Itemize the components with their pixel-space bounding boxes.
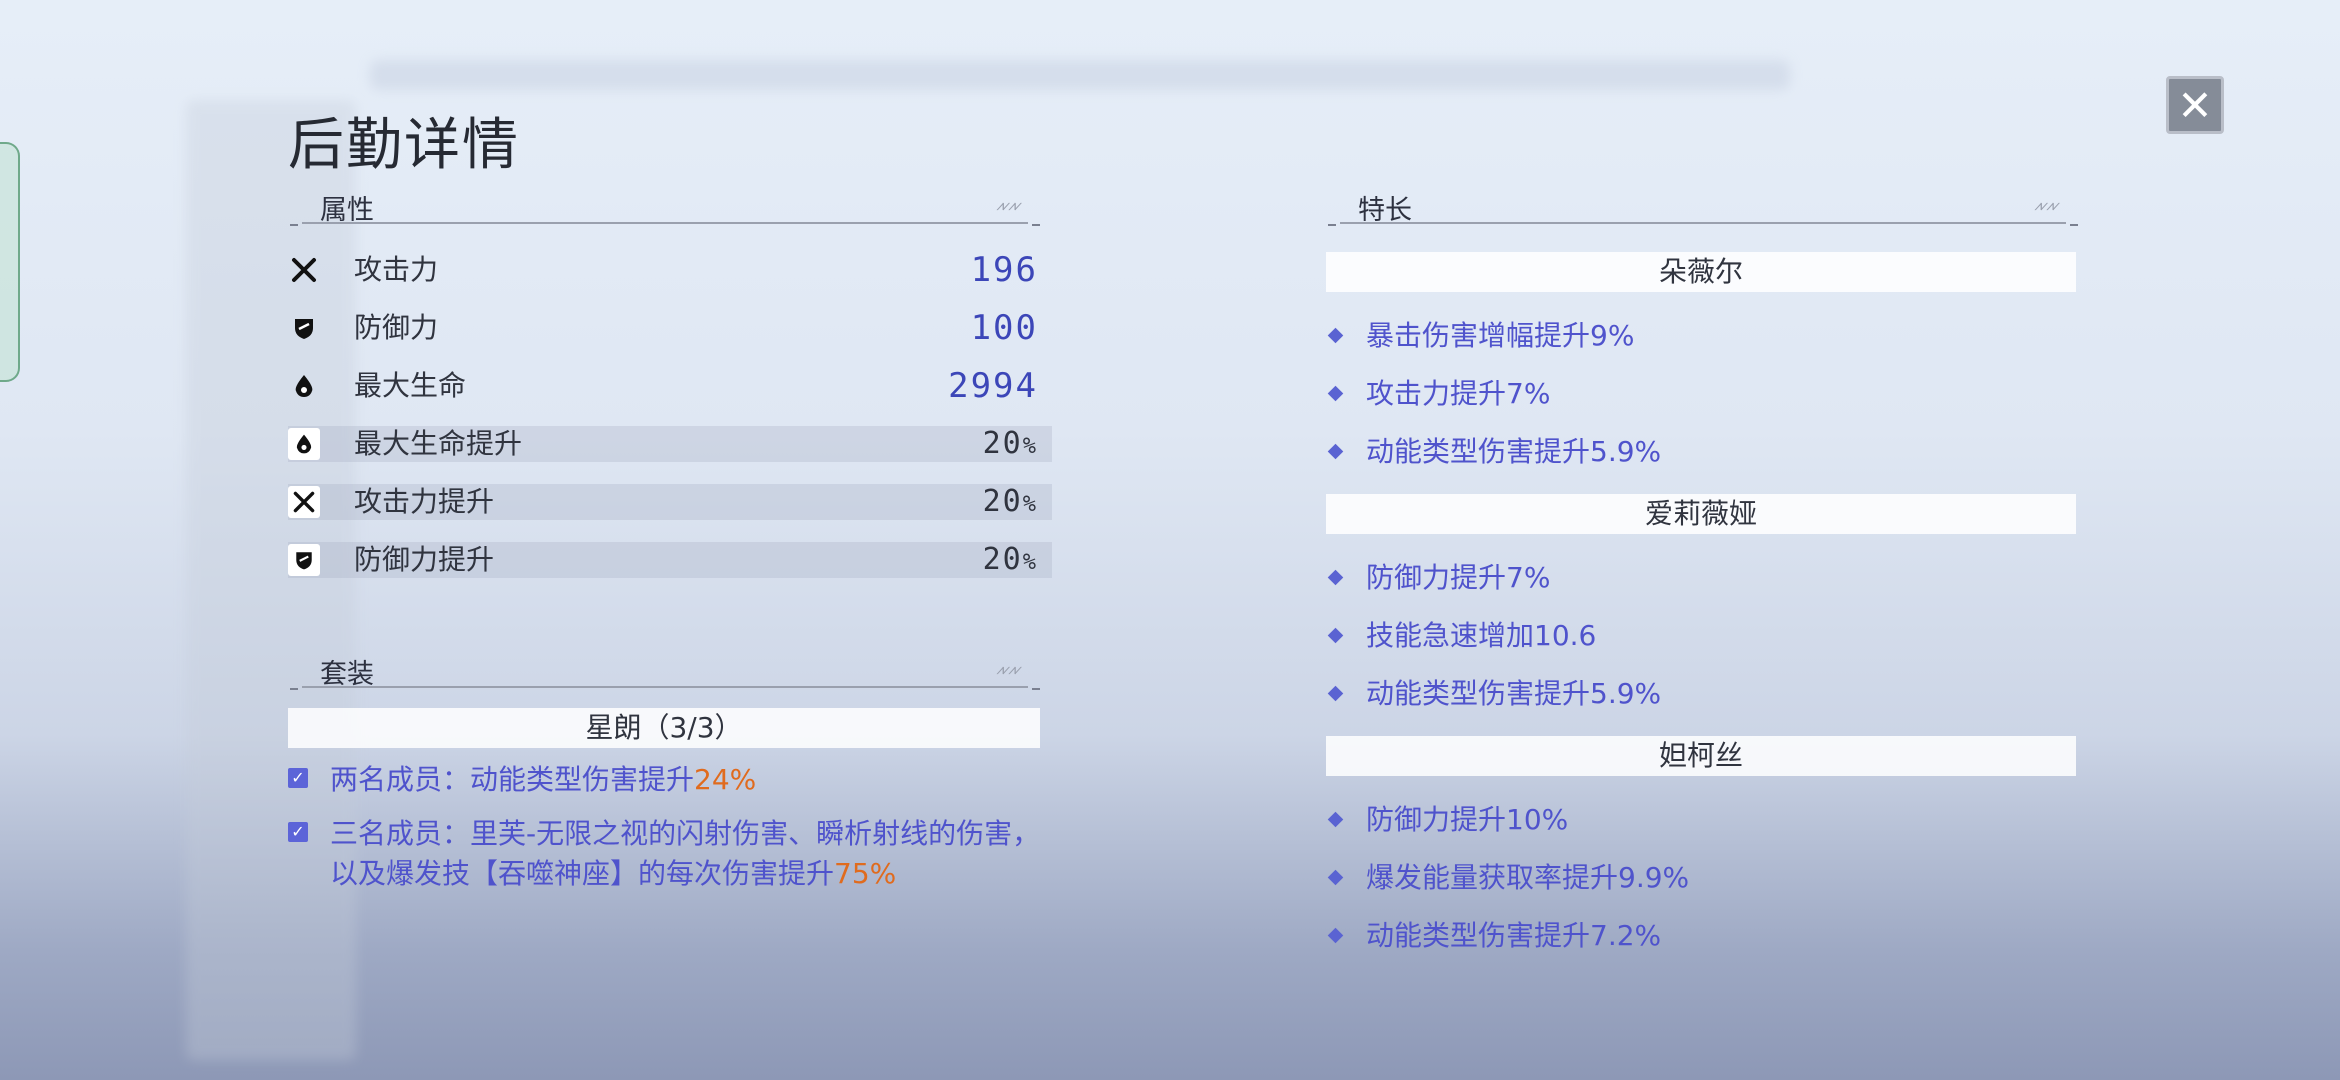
- diamond-bullet-icon: [1327, 385, 1344, 402]
- stat-label: 攻击力: [354, 253, 439, 286]
- attack-icon: [288, 254, 320, 286]
- stat-value: 20%: [982, 426, 1038, 461]
- set-bonus-2: ✓ 两名成员：动能类型伤害提升24%: [288, 760, 1058, 800]
- stat-label: 最大生命: [354, 369, 467, 402]
- stat-label: 防御力提升: [354, 543, 495, 576]
- set-bonus-3: ✓ 三名成员：里芙-无限之视的闪射伤害、瞬析射线的伤害，以及爆发技【吞噬神座】的…: [288, 814, 1058, 894]
- stat-row-defense: 防御力 100: [288, 310, 1052, 346]
- diamond-bullet-icon: [1327, 569, 1344, 586]
- stat-row-max-hp: 最大生命 2994: [288, 368, 1052, 404]
- background-blur-panel: [186, 100, 356, 1060]
- defense-icon: [288, 312, 320, 344]
- ornament-icon: ⩘⩗⩘⩗: [996, 198, 1022, 214]
- set-section-header: 套装 ⩘⩗⩘⩗: [290, 648, 1040, 690]
- hp-icon: [288, 428, 320, 460]
- set-name-bar: 星朗（3/3）: [288, 708, 1040, 748]
- close-button[interactable]: ✕: [2166, 76, 2224, 134]
- character-name-bar: 妲柯丝: [1326, 736, 2076, 776]
- attributes-section-header: 属性 ⩘⩗⩘⩗: [290, 184, 1040, 226]
- defense-icon: [288, 544, 320, 576]
- stat-label: 攻击力提升: [354, 485, 495, 518]
- page-title: 后勤详情: [288, 113, 520, 178]
- diamond-bullet-icon: [1327, 811, 1344, 828]
- hp-icon: [288, 370, 320, 402]
- character-name-bar: 爱莉薇娅: [1326, 494, 2076, 534]
- diamond-bullet-icon: [1327, 927, 1344, 944]
- diamond-bullet-icon: [1327, 685, 1344, 702]
- background-blur-bar: [370, 60, 1790, 90]
- stat-row-attack-boost: 攻击力提升 20%: [288, 484, 1052, 520]
- stat-label: 最大生命提升: [354, 427, 523, 460]
- checkbox-checked-icon: ✓: [288, 822, 308, 842]
- ornament-icon: ⩘⩗⩘⩗: [2034, 198, 2060, 214]
- side-tab-handle[interactable]: [0, 142, 20, 382]
- attack-icon: [288, 486, 320, 518]
- diamond-bullet-icon: [1327, 869, 1344, 886]
- stat-row-attack: 攻击力 196: [288, 252, 1052, 288]
- stat-value: 20%: [982, 542, 1038, 577]
- diamond-bullet-icon: [1327, 627, 1344, 644]
- stat-row-defense-boost: 防御力提升 20%: [288, 542, 1052, 578]
- diamond-bullet-icon: [1327, 327, 1344, 344]
- checkbox-checked-icon: ✓: [288, 768, 308, 788]
- diamond-bullet-icon: [1327, 443, 1344, 460]
- character-name-bar: 朵薇尔: [1326, 252, 2076, 292]
- stat-value: 196: [970, 250, 1038, 290]
- ornament-icon: ⩘⩗⩘⩗: [996, 662, 1022, 678]
- stat-value: 100: [970, 308, 1038, 348]
- specialties-section-header: 特长 ⩘⩗⩘⩗: [1328, 184, 2078, 226]
- stat-value: 20%: [982, 484, 1038, 519]
- stat-row-max-hp-boost: 最大生命提升 20%: [288, 426, 1052, 462]
- stat-value: 2994: [948, 366, 1038, 406]
- close-icon: ✕: [2177, 80, 2213, 130]
- stat-label: 防御力: [354, 311, 439, 344]
